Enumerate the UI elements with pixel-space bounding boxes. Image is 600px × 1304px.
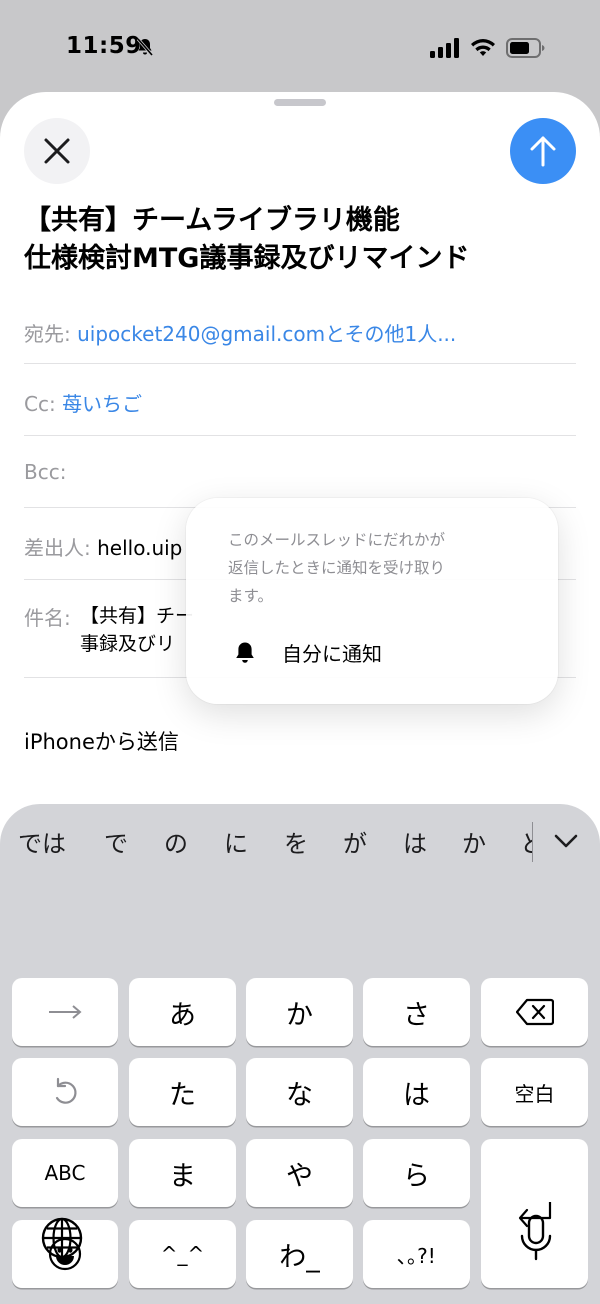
title-line-2: 仕様検討MTG議事録及びリマインド (24, 243, 470, 274)
bell-icon (236, 642, 254, 663)
undo-key[interactable] (12, 1058, 118, 1126)
globe-icon[interactable] (40, 1216, 84, 1260)
delete-left-icon (515, 998, 554, 1026)
close-button[interactable] (24, 118, 90, 184)
notify-popover: このメールスレッドにだれかが返信したときに通知を受け取ります。 自分に通知 (186, 498, 558, 704)
key-ta[interactable]: た (129, 1058, 236, 1126)
key-na[interactable]: な (246, 1058, 353, 1126)
candidate-item[interactable]: に (224, 824, 248, 859)
abc-key[interactable]: ABC (12, 1139, 118, 1207)
battery-icon (506, 38, 545, 58)
key-wa[interactable]: わ_ (246, 1220, 353, 1288)
send-button[interactable] (510, 118, 576, 184)
subject-line-2: 事録及びリ (80, 633, 176, 655)
close-icon (44, 138, 70, 164)
key-ma[interactable]: ま (129, 1139, 236, 1207)
from-value[interactable]: hello.uip (97, 536, 182, 560)
chevron-down-icon[interactable] (552, 830, 580, 852)
arrow-right-icon (49, 1005, 82, 1019)
bcc-label: Bcc: (24, 460, 67, 484)
candidate-item[interactable]: では (18, 824, 66, 859)
undo-icon (55, 1077, 77, 1104)
subject-value[interactable]: 【共有】チー 事録及びリ (80, 602, 194, 658)
key-a[interactable]: あ (129, 978, 236, 1046)
from-label: 差出人: (24, 536, 91, 560)
candidate-divider (532, 822, 533, 862)
message-body[interactable]: iPhoneから送信 (24, 726, 179, 756)
notify-me-button[interactable]: 自分に通知 (232, 638, 382, 667)
to-label: 宛先: (24, 322, 71, 346)
punctuation-key[interactable]: ､｡?! (363, 1220, 470, 1288)
cc-recipient[interactable]: 苺いちご (62, 392, 142, 416)
candidate-item[interactable]: は (403, 824, 427, 859)
to-recipients[interactable]: uipocket240@gmail.comとその他1人... (77, 322, 456, 346)
status-time: 11:59 (66, 33, 142, 59)
candidate-item[interactable]: か (462, 824, 486, 859)
cc-label: Cc: (24, 392, 56, 416)
sheet-grabber[interactable] (274, 99, 326, 106)
backspace-key[interactable] (481, 978, 588, 1046)
to-field[interactable]: 宛先: uipocket240@gmail.comとその他1人... (24, 296, 576, 364)
candidate-bar: では で の に を が は か と (0, 804, 600, 878)
candidate-item[interactable]: の (164, 824, 188, 859)
popover-description: このメールスレッドにだれかが返信したときに通知を受け取ります。 (228, 531, 446, 605)
cc-field[interactable]: Cc: 苺いちご (24, 364, 576, 436)
arrow-key[interactable] (12, 978, 118, 1046)
key-ha[interactable]: は (363, 1058, 470, 1126)
candidate-item[interactable]: が (343, 824, 367, 859)
bell-slash-icon (136, 37, 154, 57)
cellular-signal-icon (430, 38, 459, 58)
notify-me-label: 自分に通知 (282, 642, 382, 666)
title-line-1: 【共有】チームライブラリ機能 (24, 205, 400, 236)
subject-line-1: 【共有】チー (80, 605, 195, 627)
space-key[interactable]: 空白 (481, 1058, 588, 1126)
candidate-item[interactable]: を (284, 824, 308, 859)
wifi-icon (471, 39, 495, 56)
microphone-icon[interactable] (518, 1214, 554, 1262)
key-ya[interactable]: や (246, 1139, 353, 1207)
subject-label: 件名: (24, 606, 71, 630)
compose-sheet: 【共有】チームライブラリ機能 仕様検討MTG議事録及びリマインド 宛先: uip… (0, 92, 600, 1304)
candidate-item[interactable]: で (104, 824, 128, 859)
status-bar: 11:59 (0, 0, 600, 92)
page-title: 【共有】チームライブラリ機能 仕様検討MTG議事録及びリマインド (24, 202, 584, 278)
kaomoji-key[interactable]: ^_^ (129, 1220, 236, 1288)
arrow-up-icon (530, 136, 556, 167)
japanese-keyboard: では で の に を が は か と あ か さ (0, 804, 600, 1304)
key-ra[interactable]: ら (363, 1139, 470, 1207)
key-ka[interactable]: か (246, 978, 353, 1046)
key-sa[interactable]: さ (363, 978, 470, 1046)
candidate-item[interactable]: と (520, 824, 532, 859)
